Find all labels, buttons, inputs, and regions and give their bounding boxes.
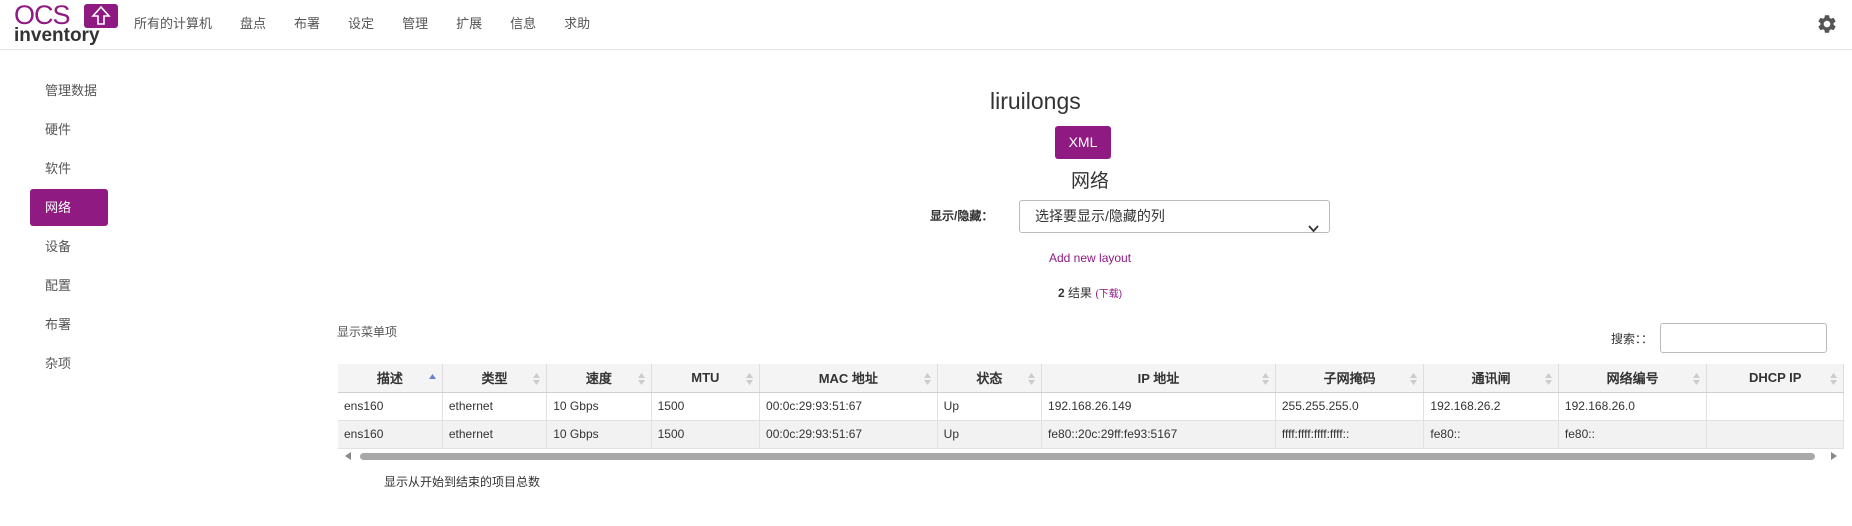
- table-cell: 10 Gbps: [546, 420, 652, 449]
- column-select-value: 选择要显示/隐藏的列: [1035, 208, 1165, 224]
- sidebar-item-config[interactable]: 配置: [30, 267, 108, 304]
- results-count: 2 结果 (下载): [1058, 284, 1122, 301]
- table-cell: fe80::20c:29ff:fe93:5167: [1041, 420, 1276, 449]
- table-cell: ethernet: [442, 392, 548, 421]
- table-cell: ethernet: [442, 420, 548, 449]
- sort-icon: [1693, 373, 1701, 385]
- xml-button[interactable]: XML: [1055, 126, 1111, 159]
- column-header-mtu[interactable]: MTU: [651, 364, 761, 393]
- column-header-type[interactable]: 类型: [442, 364, 548, 393]
- network-table: 描述 类型 速度 MTU MAC 地址 状态 IP 地址 子网掩码 通讯闸 网络…: [338, 364, 1844, 449]
- ocs-inventory-logo[interactable]: OCS inventory: [14, 2, 124, 46]
- sort-icon: [746, 373, 754, 385]
- nav-item-manage[interactable]: 管理: [402, 0, 428, 48]
- table-cell: 1500: [651, 420, 761, 449]
- download-link[interactable]: (下载): [1095, 289, 1122, 300]
- nav-item-inventory[interactable]: 盘点: [240, 0, 266, 48]
- sidebar-item-deploy[interactable]: 布署: [30, 306, 108, 343]
- table-cell: 192.168.26.2: [1423, 392, 1559, 421]
- sort-icon: [1028, 373, 1036, 385]
- table-row: ens160 ethernet 10 Gbps 1500 00:0c:29:93…: [338, 420, 1844, 449]
- column-header-description[interactable]: 描述: [338, 364, 443, 393]
- table-cell: ens160: [338, 420, 443, 449]
- table-cell: 255.255.255.0: [1275, 392, 1425, 421]
- sidebar-item-hardware[interactable]: 硬件: [30, 111, 108, 148]
- search-input[interactable]: [1660, 323, 1827, 353]
- scroll-right-arrow-icon: [1831, 452, 1837, 460]
- sort-icon: [1261, 373, 1269, 385]
- section-title: 网络: [1071, 171, 1110, 192]
- nav-item-all-computers[interactable]: 所有的计算机: [134, 0, 212, 48]
- nav-item-help[interactable]: 求助: [564, 0, 590, 48]
- table-cell: 192.168.26.149: [1041, 392, 1276, 421]
- add-new-layout-link[interactable]: Add new layout: [1049, 251, 1131, 265]
- table-cell: 192.168.26.0: [1558, 392, 1708, 421]
- sort-icon: [1544, 373, 1552, 385]
- nav-item-settings[interactable]: 设定: [348, 0, 374, 48]
- sidebar-item-admin-data[interactable]: 管理数据: [30, 72, 108, 109]
- column-header-mac[interactable]: MAC 地址: [759, 364, 938, 393]
- sidebar-item-misc[interactable]: 杂项: [30, 345, 108, 382]
- sidebar-item-devices[interactable]: 设备: [30, 228, 108, 265]
- table-header-row: 描述 类型 速度 MTU MAC 地址 状态 IP 地址 子网掩码 通讯闸 网络…: [338, 364, 1844, 393]
- gear-icon[interactable]: [1816, 13, 1838, 35]
- column-header-dhcp-ip[interactable]: DHCP IP: [1706, 364, 1844, 393]
- chevron-down-icon: [1308, 213, 1319, 244]
- table-cell: fe80::: [1558, 420, 1708, 449]
- sort-asc-icon: [428, 374, 436, 379]
- search-label: 搜索：：: [1611, 332, 1654, 346]
- sidebar-item-software[interactable]: 软件: [30, 150, 108, 187]
- results-number: 2: [1058, 286, 1065, 300]
- sort-icon: [637, 373, 645, 385]
- results-label: 结果: [1068, 286, 1093, 300]
- table-info-footer: 显示从开始到结束的项目总数: [384, 475, 541, 489]
- table-cell: Up: [937, 392, 1043, 421]
- horizontal-scrollbar[interactable]: [338, 450, 1838, 462]
- column-header-ip[interactable]: IP 地址: [1041, 364, 1276, 393]
- table-row: ens160 ethernet 10 Gbps 1500 00:0c:29:93…: [338, 392, 1844, 421]
- top-navbar: OCS inventory 所有的计算机 盘点 布署 设定 管理 扩展 信息 求…: [0, 0, 1852, 50]
- table-cell: fe80::: [1423, 420, 1559, 449]
- column-header-gateway[interactable]: 通讯闸: [1423, 364, 1559, 393]
- scroll-left-arrow-icon: [345, 452, 351, 460]
- nav-item-deploy[interactable]: 布署: [294, 0, 320, 48]
- logo-inventory-text: inventory: [14, 25, 100, 46]
- sidebar-item-network[interactable]: 网络: [30, 189, 108, 226]
- table-cell: [1706, 420, 1844, 449]
- sidebar: 管理数据 硬件 软件 网络 设备 配置 布署 杂项: [30, 72, 108, 384]
- table-cell: ffff:ffff:ffff:ffff::: [1275, 420, 1425, 449]
- table-cell: 1500: [651, 392, 761, 421]
- main-nav: 所有的计算机 盘点 布署 设定 管理 扩展 信息 求助: [134, 0, 618, 48]
- column-header-network-id[interactable]: 网络编号: [1558, 364, 1708, 393]
- scrollbar-thumb[interactable]: [360, 453, 1815, 460]
- table-cell: Up: [937, 420, 1043, 449]
- column-visibility-select[interactable]: 选择要显示/隐藏的列: [1019, 200, 1330, 233]
- table-cell: 10 Gbps: [546, 392, 652, 421]
- column-header-netmask[interactable]: 子网掩码: [1275, 364, 1425, 393]
- table-cell: 00:0c:29:93:51:67: [759, 392, 938, 421]
- sort-icon: [533, 373, 541, 385]
- nav-item-extensions[interactable]: 扩展: [456, 0, 482, 48]
- column-header-status[interactable]: 状态: [937, 364, 1043, 393]
- sort-icon: [1410, 373, 1418, 385]
- sort-icon: [923, 373, 931, 385]
- nav-item-information[interactable]: 信息: [510, 0, 536, 48]
- sort-icon: [1830, 373, 1837, 385]
- computer-name-title: liruilongs: [990, 88, 1081, 114]
- table-cell: [1706, 392, 1844, 421]
- column-header-speed[interactable]: 速度: [546, 364, 652, 393]
- show-menu-items-label: 显示菜单项: [337, 325, 398, 339]
- table-cell: ens160: [338, 392, 443, 421]
- table-cell: 00:0c:29:93:51:67: [759, 420, 938, 449]
- show-hide-label: 显示/隐藏：: [930, 209, 994, 223]
